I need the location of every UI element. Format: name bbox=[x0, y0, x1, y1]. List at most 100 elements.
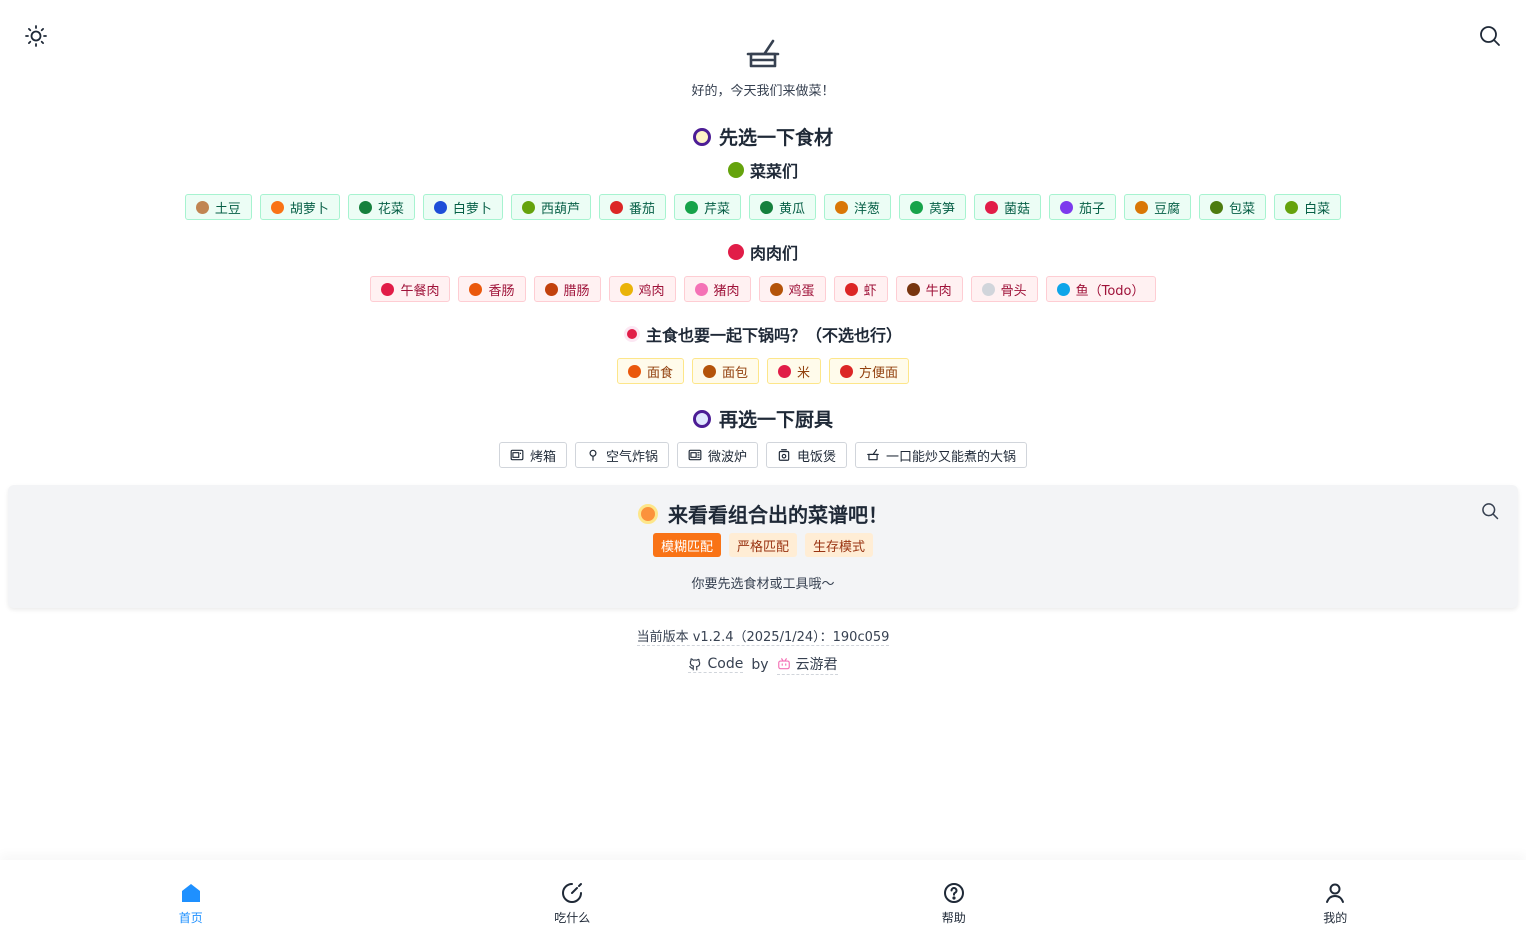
veg-chip[interactable]: 豆腐 bbox=[1124, 194, 1192, 220]
nav-home[interactable]: 首页 bbox=[0, 860, 382, 946]
veg-emoji-icon bbox=[1060, 200, 1074, 214]
meat-chip[interactable]: 香肠 bbox=[458, 276, 526, 302]
veg-emoji-icon bbox=[1285, 200, 1299, 214]
header: 好的，今天我们来做菜！ bbox=[0, 36, 1526, 99]
user-icon bbox=[1326, 883, 1345, 903]
match-mode-group: 模糊匹配 严格匹配 生存模式 bbox=[8, 533, 1518, 557]
meat-chip[interactable]: 鸡蛋 bbox=[758, 276, 826, 302]
nav-what-to-eat[interactable]: 吃什么 bbox=[382, 860, 764, 946]
rice-icon bbox=[623, 326, 640, 342]
recipes-hint: 你要先选食材或工具哦～ bbox=[691, 577, 835, 592]
tool-chip[interactable]: 电饭煲 bbox=[766, 442, 848, 468]
meat-emoji-icon bbox=[981, 282, 995, 296]
meat-emoji-icon bbox=[844, 282, 858, 296]
mode-strict-button[interactable]: 严格匹配 bbox=[728, 533, 797, 557]
page-subtitle: 好的，今天我们来做菜！ bbox=[691, 84, 835, 99]
microwave-icon bbox=[688, 449, 702, 461]
meat-chip[interactable]: 鸡肉 bbox=[608, 276, 676, 302]
meat-chip[interactable]: 鱼（Todo） bbox=[1045, 276, 1156, 302]
by-label: by bbox=[751, 656, 769, 673]
meat-chip[interactable]: 牛肉 bbox=[895, 276, 963, 302]
pot-icon bbox=[867, 449, 879, 461]
recipe-search-button[interactable] bbox=[1480, 501, 1502, 523]
veg-chip[interactable]: 包菜 bbox=[1199, 194, 1267, 220]
home-icon bbox=[181, 883, 200, 902]
veg-emoji-icon bbox=[1210, 200, 1224, 214]
code-link[interactable]: Code bbox=[688, 656, 744, 673]
staples-group: 主食也要一起下锅吗？（不选也行） 面食 面包米方便面 bbox=[0, 322, 1526, 384]
ingredients-section: 先选一下食材 bbox=[0, 123, 1526, 150]
tools-section: 再选一下厨具 烤箱 空气炸锅 微波炉 电饭煲 一口能炒又能煮的大锅 bbox=[0, 405, 1526, 468]
veg-emoji-icon bbox=[1135, 200, 1149, 214]
magnifier-emoji-icon bbox=[692, 409, 711, 428]
veg-chip[interactable]: 黄瓜 bbox=[748, 194, 816, 220]
veg-emoji-icon bbox=[609, 200, 623, 214]
veg-chip[interactable]: 茄子 bbox=[1049, 194, 1117, 220]
search-icon bbox=[1482, 503, 1499, 520]
staple-emoji-icon bbox=[702, 364, 716, 378]
meats-title: 肉肉们 bbox=[0, 240, 1526, 264]
veg-emoji-icon bbox=[835, 200, 848, 214]
veg-chip[interactable]: 花菜 bbox=[347, 194, 415, 220]
veg-emoji-icon bbox=[270, 200, 284, 214]
staple-emoji-icon bbox=[840, 364, 854, 378]
vegetables-list: 土豆 胡萝卜 花菜 白萝卜 西葫芦 番茄 芹菜 黄瓜 洋葱 莴笋 菌菇 茄子 豆腐 包菜 白菜 bbox=[0, 194, 1526, 220]
veg-emoji-icon bbox=[358, 200, 372, 214]
mode-fuzzy-button[interactable]: 模糊匹配 bbox=[652, 533, 721, 557]
github-icon bbox=[689, 658, 701, 671]
veg-emoji-icon bbox=[910, 200, 924, 214]
meat-chip[interactable]: 午餐肉 bbox=[370, 276, 451, 302]
meat-emoji-icon bbox=[619, 282, 633, 296]
staple-emoji-icon bbox=[778, 364, 791, 378]
veg-chip[interactable]: 莴笋 bbox=[899, 194, 967, 220]
nav-profile[interactable]: 我的 bbox=[1145, 860, 1526, 946]
veg-chip[interactable]: 洋葱 bbox=[824, 194, 892, 220]
veg-chip[interactable]: 土豆 bbox=[184, 194, 252, 220]
staple-chip[interactable]: 面包 bbox=[691, 358, 759, 384]
tool-chip[interactable]: 微波炉 bbox=[676, 442, 758, 468]
veg-chip[interactable]: 芹菜 bbox=[673, 194, 741, 220]
staples-list: 面食 面包米方便面 bbox=[0, 358, 1526, 384]
mode-survival-button[interactable]: 生存模式 bbox=[805, 533, 874, 557]
meat-emoji-icon bbox=[381, 282, 395, 296]
oven-icon bbox=[510, 449, 524, 461]
veg-chip[interactable]: 菌菇 bbox=[974, 194, 1042, 220]
meat-chip[interactable]: 腊肠 bbox=[533, 276, 601, 302]
tools-list: 烤箱 空气炸锅 微波炉 电饭煲 一口能炒又能煮的大锅 bbox=[0, 442, 1526, 468]
fried-egg-icon bbox=[692, 127, 711, 146]
meat-emoji-icon bbox=[544, 282, 558, 296]
meats-list: 午餐肉 香肠 腊肠 鸡肉 猪肉 鸡蛋虾牛肉 骨头 鱼（Todo） bbox=[0, 276, 1526, 302]
veg-chip[interactable]: 白萝卜 bbox=[422, 194, 503, 220]
rice-cooker-icon bbox=[778, 449, 790, 461]
tools-title: 再选一下厨具 bbox=[0, 405, 1526, 432]
staple-emoji-icon bbox=[627, 364, 641, 378]
nav-help[interactable]: 帮助 bbox=[763, 860, 1145, 946]
bottom-nav: 首页 吃什么 帮助 我的 bbox=[0, 860, 1526, 946]
meat-icon bbox=[727, 244, 744, 260]
author-link[interactable]: 云游君 bbox=[776, 654, 838, 675]
vegetables-title: 菜菜们 bbox=[0, 158, 1526, 182]
meat-chip[interactable]: 猪肉 bbox=[683, 276, 751, 302]
veg-chip[interactable]: 西葫芦 bbox=[510, 194, 591, 220]
staple-chip[interactable]: 方便面 bbox=[829, 358, 910, 384]
leafy-green-icon bbox=[727, 162, 744, 178]
veg-chip[interactable]: 白菜 bbox=[1274, 194, 1342, 220]
veg-emoji-icon bbox=[195, 200, 209, 214]
version-info: 当前版本 v1.2.4（2025/1/24）：190c059 bbox=[0, 626, 1526, 646]
veg-chip[interactable]: 番茄 bbox=[598, 194, 666, 220]
veg-chip[interactable]: 胡萝卜 bbox=[259, 194, 340, 220]
meat-emoji-icon bbox=[906, 282, 920, 296]
meat-chip[interactable]: 虾 bbox=[833, 276, 888, 302]
tool-chip[interactable]: 空气炸锅 bbox=[574, 442, 669, 468]
help-icon bbox=[943, 882, 964, 903]
gauge-icon bbox=[562, 882, 583, 903]
staple-chip[interactable]: 米 bbox=[767, 358, 822, 384]
recipes-panel: 来看看组合出的菜谱吧！ 模糊匹配 严格匹配 生存模式 你要先选食材或工具哦～ bbox=[8, 485, 1518, 608]
staple-chip[interactable]: 面食 bbox=[616, 358, 684, 384]
tool-chip[interactable]: 烤箱 bbox=[498, 442, 567, 468]
meat-chip[interactable]: 骨头 bbox=[970, 276, 1038, 302]
version-link[interactable]: 当前版本 v1.2.4（2025/1/24）：190c059 bbox=[636, 630, 890, 646]
tool-chip[interactable]: 一口能炒又能煮的大锅 bbox=[855, 442, 1028, 468]
veg-emoji-icon bbox=[521, 200, 535, 214]
credits: Code by 云游君 bbox=[0, 654, 1526, 675]
